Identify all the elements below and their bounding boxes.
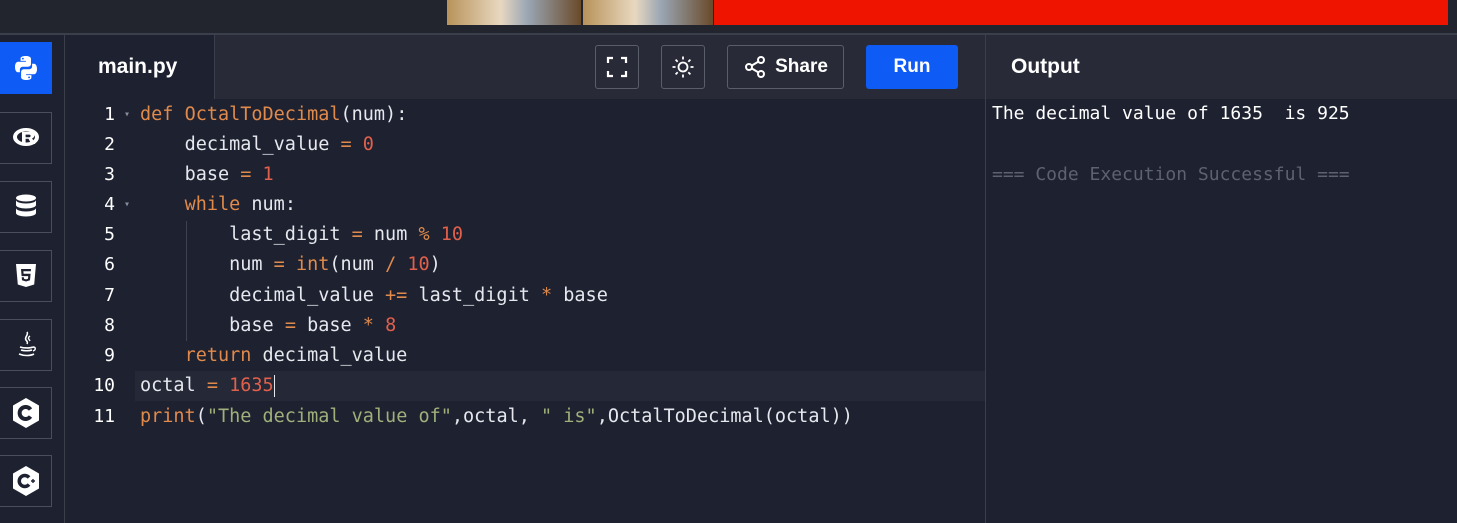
line-number-text: 9 xyxy=(104,345,115,366)
line-number: 6 xyxy=(65,250,135,280)
code-line-5[interactable]: last_digit = num % 10 xyxy=(140,220,463,250)
run-label: Run xyxy=(893,56,931,77)
code-line-8[interactable]: base = base * 8 xyxy=(140,311,396,341)
code-line-11[interactable]: print("The decimal value of",octal, " is… xyxy=(140,402,853,432)
share-icon xyxy=(745,56,766,78)
python-icon xyxy=(14,56,37,80)
line-number: 11 xyxy=(65,402,135,432)
output-status: === Code Execution Successful === xyxy=(992,164,1350,185)
line-number: 9 xyxy=(65,341,135,371)
lang-java[interactable] xyxy=(0,319,52,371)
code-line-10[interactable]: octal = 1635 xyxy=(140,371,275,401)
line-number-text: 7 xyxy=(104,285,115,306)
fold-chevron-icon[interactable]: ▾ xyxy=(124,190,130,220)
sun-icon xyxy=(672,56,694,78)
lang-sql[interactable] xyxy=(0,181,52,233)
share-button[interactable]: Share xyxy=(727,45,844,89)
output-result: The decimal value of 1635 is 925 xyxy=(992,103,1350,124)
c-icon xyxy=(12,398,39,428)
editor-toolbar: main.py Share Run xyxy=(65,35,985,99)
lang-python[interactable] xyxy=(0,42,52,94)
line-number-text: 11 xyxy=(93,406,115,427)
ad-image-2[interactable] xyxy=(583,0,713,25)
theme-toggle-button[interactable] xyxy=(661,45,705,89)
lang-cpp[interactable] xyxy=(0,455,52,507)
line-number: 7 xyxy=(65,281,135,311)
ad-banner[interactable] xyxy=(714,0,1448,25)
run-button[interactable]: Run xyxy=(866,45,958,89)
line-number-text: 10 xyxy=(93,375,115,396)
fold-chevron-icon[interactable]: ▾ xyxy=(124,100,130,130)
line-number-text: 5 xyxy=(104,224,115,245)
file-tab-main[interactable]: main.py xyxy=(65,35,215,99)
cpp-icon xyxy=(12,466,39,496)
code-line-3[interactable]: base = 1 xyxy=(140,160,274,190)
lang-html[interactable] xyxy=(0,250,52,302)
r-icon xyxy=(12,128,39,146)
line-number: 4 ▾ xyxy=(65,190,135,220)
code-line-9[interactable]: return decimal_value xyxy=(140,341,408,371)
line-number: 10 xyxy=(65,371,135,401)
text-cursor xyxy=(273,375,275,397)
lang-c[interactable] xyxy=(0,387,52,439)
line-number-text: 1 xyxy=(104,104,115,125)
code-line-4[interactable]: while num: xyxy=(140,190,296,220)
ad-image-1[interactable] xyxy=(447,0,581,25)
output-title: Output xyxy=(1011,55,1080,78)
line-number: 2 xyxy=(65,130,135,160)
top-banner xyxy=(0,0,1457,33)
output-panel: The decimal value of 1635 is 925 === Cod… xyxy=(986,99,1457,523)
code-line-6[interactable]: num = int(num / 10) xyxy=(140,250,441,280)
file-tab-label: main.py xyxy=(98,55,178,78)
line-number-text: 8 xyxy=(104,315,115,336)
line-number: 8 xyxy=(65,311,135,341)
lang-r[interactable] xyxy=(0,112,52,164)
fullscreen-icon xyxy=(606,56,628,78)
line-number: 3 xyxy=(65,160,135,190)
output-header: Output xyxy=(986,35,1457,99)
language-rail xyxy=(0,35,65,523)
fullscreen-button[interactable] xyxy=(595,45,639,89)
code-line-2[interactable]: decimal_value = 0 xyxy=(140,130,374,160)
database-icon xyxy=(15,194,36,217)
line-number-text: 6 xyxy=(104,254,115,275)
code-line-7[interactable]: decimal_value += last_digit * base xyxy=(140,281,608,311)
html5-icon xyxy=(15,264,36,287)
line-number-text: 3 xyxy=(104,164,115,185)
line-number-text: 4 xyxy=(104,194,115,215)
line-number: 1 ▾ xyxy=(65,100,135,130)
share-label: Share xyxy=(775,56,828,77)
java-icon xyxy=(18,331,36,357)
line-number-text: 2 xyxy=(104,134,115,155)
code-editor[interactable]: 1 ▾ 2 3 4 ▾ 5 6 7 8 9 10 11 def OctalToDecimal(num):… xyxy=(65,99,985,523)
line-number: 5 xyxy=(65,220,135,250)
code-line-1[interactable]: def OctalToDecimal(num): xyxy=(140,100,407,130)
